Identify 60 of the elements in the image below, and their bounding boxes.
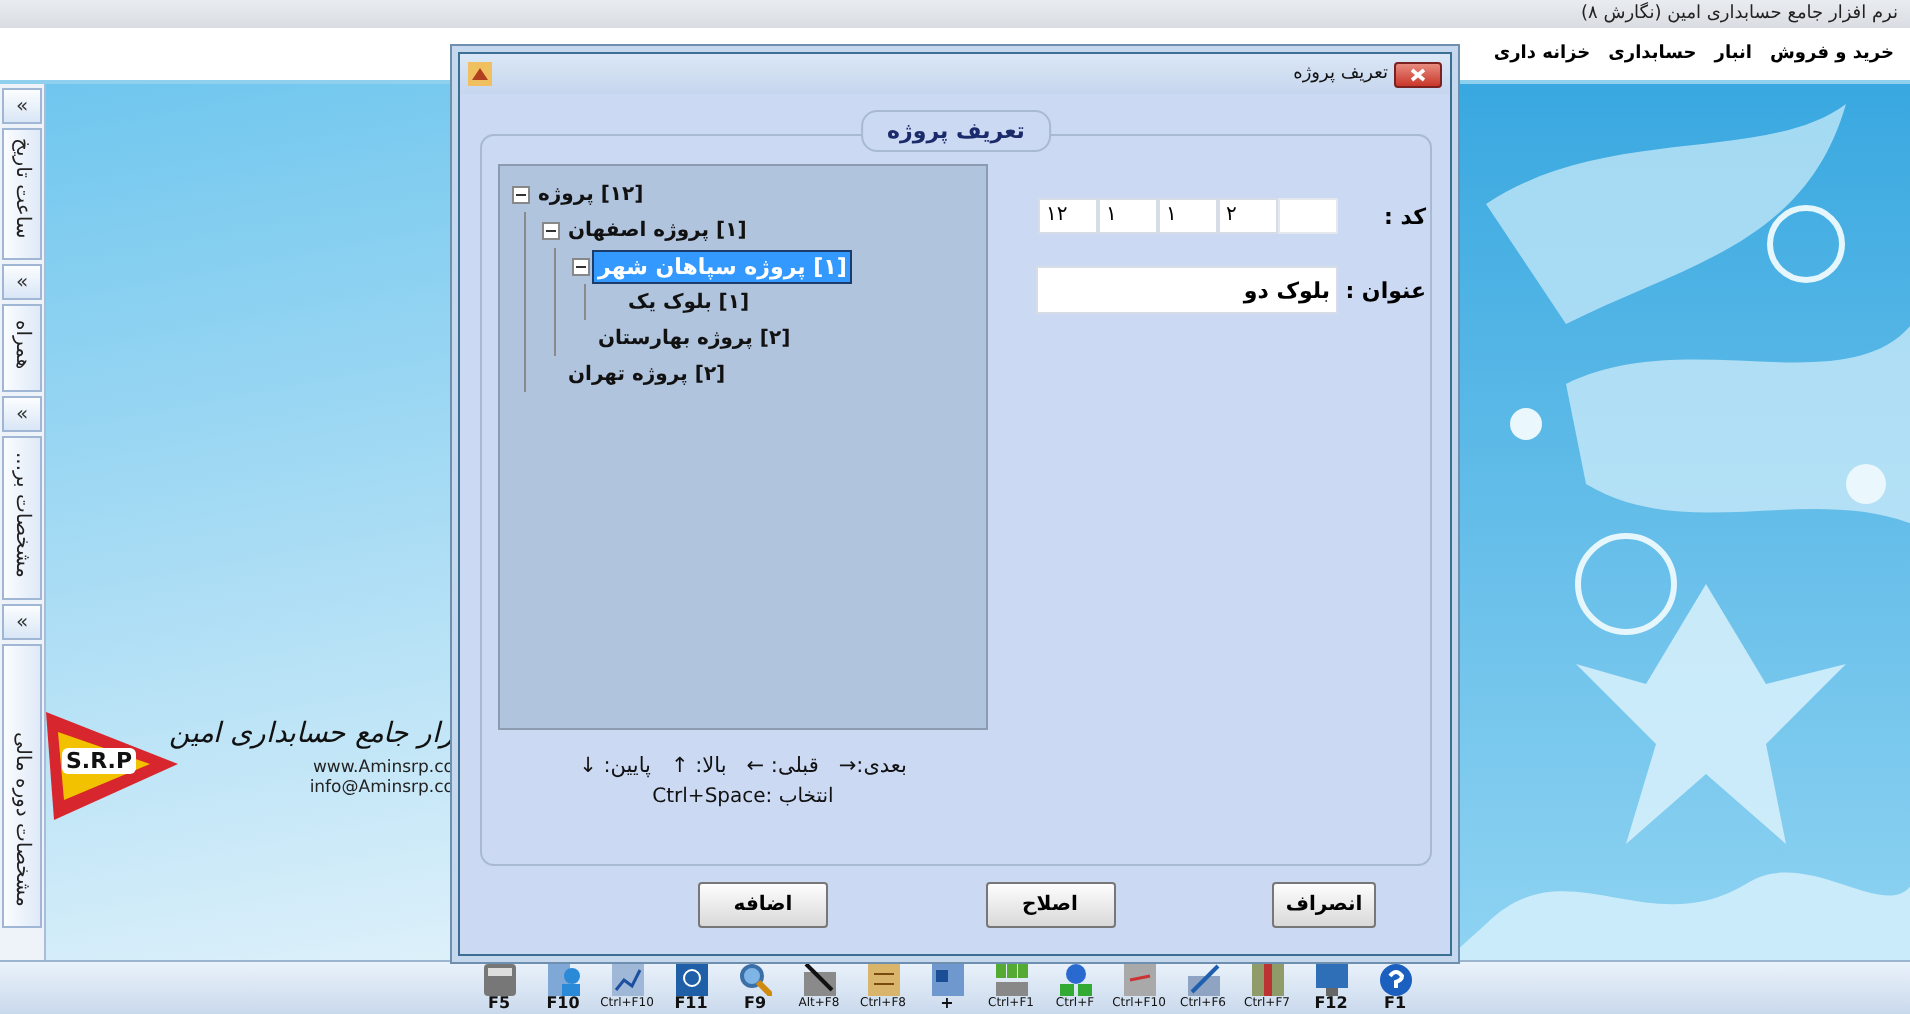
collapse-icon[interactable]	[572, 257, 590, 275]
side-tab[interactable]: ساعت تاریخ	[2, 128, 42, 260]
code-field[interactable]	[1278, 198, 1338, 234]
code-field[interactable]: ۲	[1218, 198, 1278, 234]
person-icon	[547, 964, 579, 996]
list-icon	[867, 964, 899, 996]
key-hint: پایین: ↓	[579, 754, 651, 778]
group-title: تعریف پروژه	[861, 110, 1051, 152]
close-button[interactable]	[1394, 61, 1442, 87]
key-hint: قبلی: ←	[746, 754, 819, 778]
app-icon	[468, 62, 492, 86]
tree-item[interactable]: [۱] پروژه اصفهان	[562, 215, 753, 245]
dialog-title: تعریف پروژه	[1293, 64, 1388, 84]
title-field[interactable]: بلوک دو	[1036, 266, 1338, 314]
collapse-icon[interactable]	[512, 185, 530, 203]
collapse-button[interactable]: «	[2, 604, 42, 640]
money-icon	[1251, 964, 1283, 996]
magnifier-icon	[739, 964, 771, 996]
pencil-icon	[1187, 964, 1219, 996]
menu-item[interactable]: خرید و فروش	[1769, 44, 1894, 64]
side-tab[interactable]: مشخصات بر...	[2, 436, 42, 600]
code-field[interactable]: ۱	[1158, 198, 1218, 234]
key-hint: انتخاب :Ctrl+Space	[652, 786, 834, 808]
toolbar-button[interactable]: F11	[660, 962, 722, 1014]
tree-item[interactable]: [۱۲] پروژه	[532, 179, 650, 209]
pen-icon	[803, 964, 835, 996]
field-label: کد :	[1382, 203, 1426, 229]
collapse-button[interactable]: «	[2, 264, 42, 300]
mail-icon	[675, 964, 707, 996]
collapse-icon[interactable]	[542, 221, 560, 239]
close-icon	[1410, 67, 1426, 81]
side-tab[interactable]: مشخصات دوره مالی	[2, 644, 42, 928]
dialog-button[interactable]: انصراف	[1272, 882, 1376, 928]
code-field[interactable]: ۱	[1098, 198, 1158, 234]
menu-item[interactable]: خزانه داری	[1493, 44, 1591, 64]
menu-item[interactable]: انبار	[1714, 44, 1752, 64]
key-hint: بالا: ↑	[670, 754, 727, 778]
toolbar-button[interactable]: F12	[1300, 962, 1362, 1014]
collapse-button[interactable]: «	[2, 88, 42, 124]
toolbar-button[interactable]: F9	[724, 962, 786, 1014]
tree-item[interactable]: [۲] پروژه تهران	[562, 359, 732, 389]
code-field[interactable]: ۱۲	[1038, 198, 1098, 234]
help-icon	[1379, 964, 1411, 996]
document-icon	[1123, 964, 1155, 996]
card-icon	[931, 964, 963, 996]
calculator-icon	[483, 964, 515, 996]
key-hint: بعدی:→	[838, 754, 907, 778]
side-tab[interactable]: همراه	[2, 304, 42, 392]
logo-caption: info@Aminsrp.co	[309, 778, 454, 798]
network-icon	[1059, 964, 1091, 996]
tree-item[interactable]: [۱] بلوک یک	[622, 287, 756, 317]
grid-icon	[995, 964, 1027, 996]
dialog-button[interactable]: اضافه	[698, 882, 828, 928]
tree-item[interactable]: [۲] پروژه بهارستان	[592, 323, 797, 353]
logo-caption: www.Aminsrp.co	[312, 758, 454, 778]
window-title: نرم افزار جامع حسابداری امین (نگارش ۸)	[1580, 4, 1898, 24]
menu-item[interactable]: حسابداری	[1608, 44, 1697, 64]
collapse-button[interactable]: «	[2, 396, 42, 432]
dialog-button[interactable]: اصلاح	[985, 882, 1115, 928]
monitor-icon	[1315, 964, 1347, 996]
